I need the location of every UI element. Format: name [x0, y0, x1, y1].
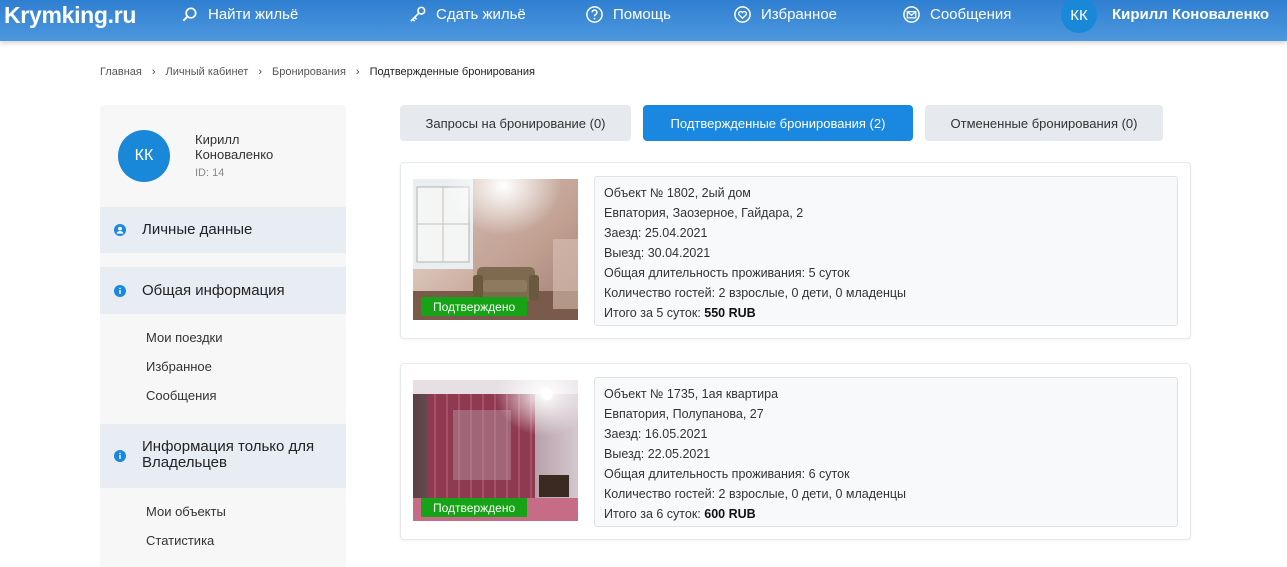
property-photo[interactable]: Подтверждено [413, 179, 578, 320]
booking-card: Подтверждено Объект № 1735, 1ая квартира… [400, 363, 1191, 540]
nav-messages[interactable]: Сообщения [902, 0, 1011, 29]
breadcrumb-bookings[interactable]: Бронирования [272, 66, 346, 78]
guest-count: Количество гостей: 2 взрослые, 0 дети, 0… [604, 487, 907, 501]
sidebar-section-label: Личные данные [142, 221, 253, 238]
top-navigation-bar: Krymking.ru Найти жильё Сдать жильё Помо… [0, 0, 1287, 41]
tab-label: Запросы на бронирование (0) [425, 115, 606, 131]
booking-details: Объект № 1735, 1ая квартира Евпатория, П… [594, 377, 1178, 527]
nav-favorites-label: Избранное [761, 6, 838, 23]
nav-favorites[interactable]: Избранное [733, 0, 837, 29]
checkin-date: Заезд: 16.05.2021 [604, 427, 708, 441]
tab-label: Подтвержденные бронирования (2) [670, 115, 886, 131]
checkout-date: Выезд: 22.05.2021 [604, 447, 711, 461]
guest-count: Количество гостей: 2 взрослые, 0 дети, 0… [604, 286, 907, 300]
total-label: Итого за 6 суток: [604, 507, 701, 521]
tab-confirmed-bookings[interactable]: Подтвержденные бронирования (2) [643, 105, 913, 141]
sidebar-section-personal-data[interactable]: Личные данные [100, 207, 346, 253]
nav-help-label: Помощь [613, 6, 671, 23]
user-icon [114, 224, 126, 236]
status-badge: Подтверждено [421, 297, 528, 316]
nav-rent-out[interactable]: Сдать жильё [408, 0, 526, 29]
breadcrumb-separator: › [355, 66, 360, 78]
object-title: Объект № 1802, 2ый дом [604, 186, 751, 200]
sidebar-section-general-info[interactable]: Общая информация [100, 267, 346, 314]
object-title: Объект № 1735, 1ая квартира [604, 387, 779, 401]
sidebar-section-label: Информация только для Владельцев [142, 438, 315, 471]
breadcrumb-account[interactable]: Личный кабинет [166, 66, 249, 78]
object-address: Евпатория, Заозерное, Гайдара, 2 [604, 206, 804, 220]
sidebar-item-statistics[interactable]: Статистика [146, 533, 214, 548]
stay-duration: Общая длительность проживания: 5 суток [604, 266, 850, 280]
total-value: 600 RUB [704, 507, 756, 521]
breadcrumb: Главная › Личный кабинет › Бронирования … [100, 66, 535, 78]
info-icon [114, 450, 126, 462]
breadcrumb-separator: › [151, 66, 156, 78]
breadcrumb-separator: › [258, 66, 262, 78]
nav-rent-out-label: Сдать жильё [436, 6, 526, 23]
tab-booking-requests[interactable]: Запросы на бронирование (0) [400, 105, 631, 141]
sidebar-section-owner-info[interactable]: Информация только для Владельцев [100, 424, 346, 488]
profile-avatar: КК [118, 130, 170, 182]
tab-label: Отмененные бронирования (0) [950, 115, 1138, 131]
user-menu-name[interactable]: Кирилл Коноваленко [1112, 6, 1269, 23]
sidebar-section-label: Общая информация [142, 281, 285, 299]
total-value: 550 RUB [704, 306, 756, 320]
profile-id: ID: 14 [195, 167, 225, 179]
nav-find-housing-label: Найти жильё [208, 6, 299, 23]
status-badge: Подтверждено [421, 498, 528, 517]
total-price: Итого за 5 суток: 550 RUB [604, 303, 1168, 323]
user-avatar[interactable]: КК [1061, 0, 1097, 33]
nav-help[interactable]: Помощь [585, 0, 671, 29]
search-icon [182, 7, 197, 22]
booking-card: Подтверждено Объект № 1802, 2ый дом Евпа… [400, 162, 1191, 339]
info-icon [114, 285, 126, 297]
heart-icon [734, 6, 751, 23]
total-price: Итого за 6 суток: 600 RUB [604, 504, 1168, 524]
sidebar-item-messages[interactable]: Сообщения [146, 388, 217, 403]
total-label: Итого за 5 суток: [604, 306, 701, 320]
help-icon [586, 6, 603, 23]
breadcrumb-home[interactable]: Главная [100, 66, 142, 78]
profile-summary: КК Кирилл Коноваленко ID: 14 [100, 105, 346, 207]
account-sidebar: КК Кирилл Коноваленко ID: 14 Личные данн… [100, 105, 346, 567]
mail-icon [903, 6, 920, 23]
sidebar-item-favorites[interactable]: Избранное [146, 359, 212, 374]
nav-messages-label: Сообщения [930, 6, 1012, 23]
sidebar-item-my-objects[interactable]: Мои объекты [146, 504, 226, 519]
sidebar-item-my-trips[interactable]: Мои поездки [146, 330, 223, 345]
checkin-date: Заезд: 25.04.2021 [604, 226, 708, 240]
object-address: Евпатория, Полупанова, 27 [604, 407, 764, 421]
booking-details: Объект № 1802, 2ый дом Евпатория, Заозер… [594, 176, 1178, 326]
profile-name: Кирилл Коноваленко [195, 132, 274, 162]
checkout-date: Выезд: 30.04.2021 [604, 246, 711, 260]
property-photo[interactable]: Подтверждено [413, 380, 578, 521]
breadcrumb-current: Подтвержденные бронирования [369, 66, 535, 78]
site-logo[interactable]: Krymking.ru [4, 2, 136, 29]
tab-cancelled-bookings[interactable]: Отмененные бронирования (0) [925, 105, 1163, 141]
nav-find-housing[interactable]: Найти жильё [180, 0, 298, 29]
key-icon [410, 6, 426, 22]
stay-duration: Общая длительность проживания: 6 суток [604, 467, 850, 481]
